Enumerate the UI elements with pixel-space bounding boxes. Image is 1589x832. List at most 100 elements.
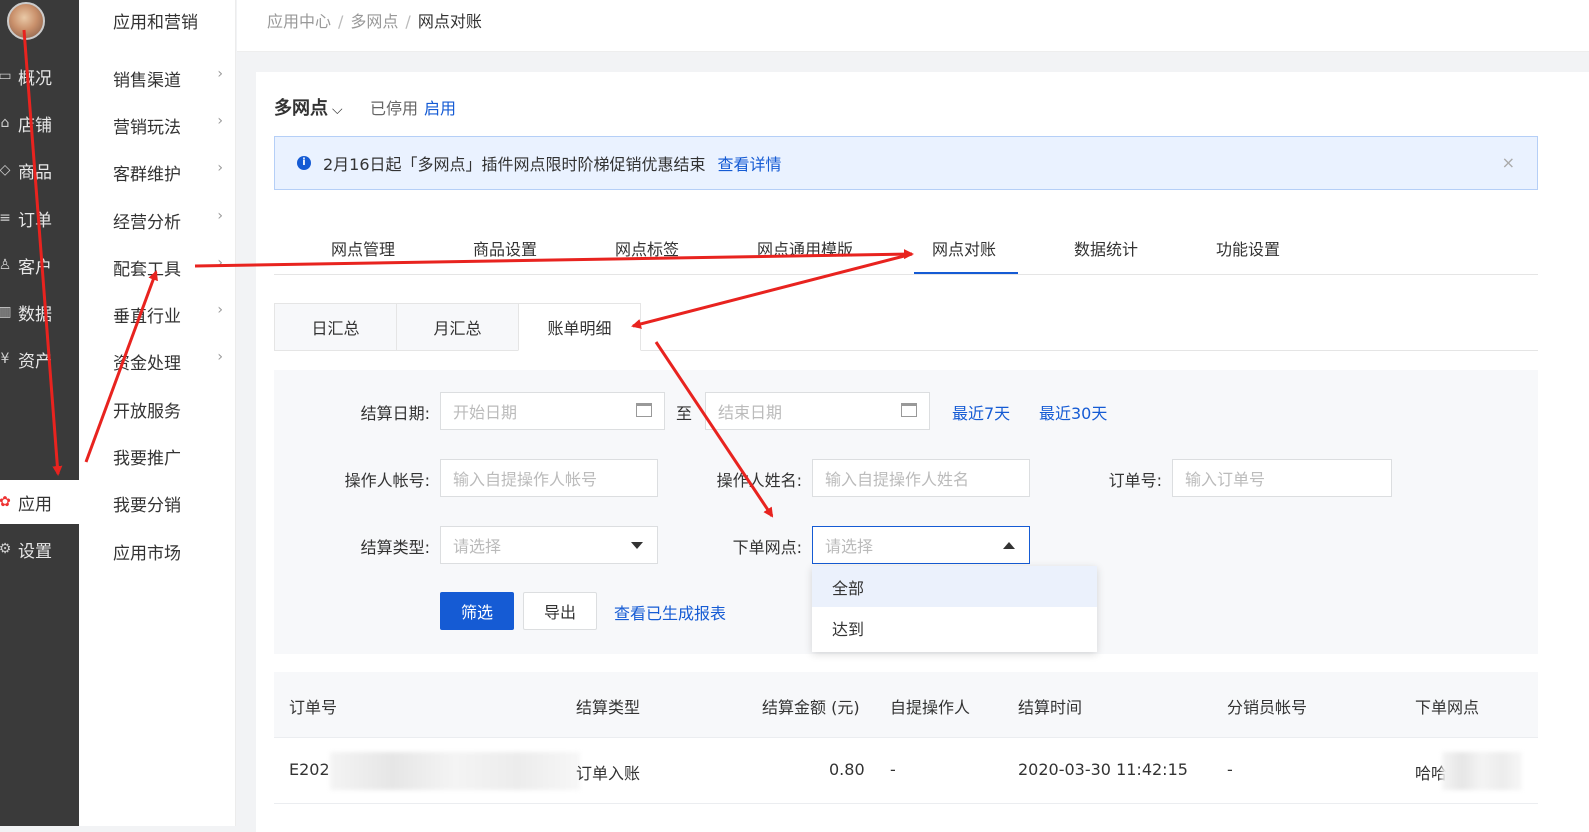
user-icon: ♙ [0,257,12,273]
filter-button[interactable]: 筛选 [440,592,514,630]
order-no-input[interactable]: 输入订单号 [1172,459,1392,497]
rail-item-customers[interactable]: ♙ 客户 [0,243,79,287]
end-date-input[interactable]: 结束日期 [705,392,930,430]
operator-name-input[interactable]: 输入自提操作人姓名 [812,459,1030,497]
monitor-icon: ▭ [0,68,12,84]
rail-item-apps[interactable]: ✿ 应用 [0,480,79,524]
tab-reconciliation[interactable]: 网点对账 [932,236,996,260]
chevron-right-icon: › [217,349,223,365]
col-settle-type: 结算类型 [576,698,641,717]
chart-icon: ▥ [0,304,12,320]
breadcrumb-app-center[interactable]: 应用中心 [267,12,331,31]
tag-icon: ◇ [0,162,11,178]
calendar-icon [901,403,917,417]
info-icon: i [297,156,311,170]
operator-account-input[interactable]: 输入自提操作人帐号 [440,459,658,497]
store-icon: ⌂ [0,115,10,131]
start-date-input[interactable]: 开始日期 [440,392,665,430]
breadcrumb-current: 网点对账 [417,12,482,31]
store-dropdown-menu: 全部 达到 [812,566,1097,652]
col-settle-time: 结算时间 [1018,698,1083,717]
submenu-item-open-service[interactable]: 开放服务 [113,397,223,422]
operator-account-label: 操作人帐号: [344,471,430,490]
subtab-daily[interactable]: 日汇总 [274,303,397,351]
export-button[interactable]: 导出 [523,592,597,630]
rail-item-overview[interactable]: ▭ 概况 [0,54,79,98]
submenu-item-marketing[interactable]: 营销玩法 › [113,113,223,138]
cell-amount: 0.80 [829,760,865,779]
submenu-item-promote[interactable]: 我要推广 [113,444,223,469]
cell-operator: - [890,760,896,779]
chevron-right-icon: › [217,160,223,176]
rail-item-assets[interactable]: ¥ 资产 [0,337,79,381]
rail-item-store[interactable]: ⌂ 店铺 [0,101,79,145]
submenu-item-distribute[interactable]: 我要分销 [113,491,223,516]
submenu-item-funds[interactable]: 资金处理 › [113,349,223,374]
submenu-item-analytics[interactable]: 经营分析 › [113,208,223,233]
submenu-item-tools[interactable]: 配套工具 › [113,255,223,280]
rail-item-settings[interactable]: ⚙ 设置 [0,527,79,571]
subtab-monthly[interactable]: 月汇总 [396,303,519,351]
submenu-item-app-market[interactable]: 应用市场 [113,539,223,564]
submenu-title: 应用和营销 [113,13,198,33]
col-store: 下单网点 [1415,698,1480,717]
chevron-right-icon: › [217,302,223,318]
sub-tabs: 日汇总 月汇总 账单明细 [274,303,1538,351]
chevron-right-icon: › [217,113,223,129]
enable-link[interactable]: 启用 [424,99,456,118]
rail-item-orders[interactable]: ≡ 订单 [0,196,79,240]
dropdown-option-all[interactable]: 全部 [812,566,1097,607]
promo-notice: i 2月16日起「多网点」插件网点限时阶梯促销优惠结束 查看详情 × [274,136,1538,190]
primary-nav-rail: ▭ 概况 ⌂ 店铺 ◇ 商品 ≡ 订单 ♙ 客户 ▥ 数据 ¥ 资产 ✿ 应用 ⚙ 设置 [0,0,79,826]
redaction-blur [330,752,580,790]
last-7-days-link[interactable]: 最近7天 [952,400,1010,424]
dropdown-option-dadao[interactable]: 达到 [812,607,1097,648]
caret-up-icon [1003,542,1015,549]
chevron-right-icon: › [217,208,223,224]
cell-settle-type: 订单入账 [576,764,641,783]
tab-statistics[interactable]: 数据统计 [1074,236,1138,260]
submenu-item-customer-care[interactable]: 客群维护 › [113,160,223,185]
tab-common-template[interactable]: 网点通用模版 [757,236,853,260]
settle-type-select[interactable]: 请选择 [440,526,658,564]
date-range-to: 至 [676,404,693,423]
breadcrumb-multi-store[interactable]: 多网点 [350,12,398,31]
close-icon[interactable]: × [1502,153,1515,172]
col-operator: 自提操作人 [890,698,971,717]
subtab-bill-detail[interactable]: 账单明细 [518,303,641,351]
tab-goods-settings[interactable]: 商品设置 [473,236,537,260]
chevron-right-icon: › [217,255,223,271]
breadcrumb: 应用中心 / 多网点 / 网点对账 [267,12,482,31]
caret-down-icon [631,542,643,549]
order-no-label: 订单号: [1108,471,1162,490]
table-row[interactable]: E202 订单入账 0.80 - 2020-03-30 11:42:15 - 哈… [274,738,1538,804]
notice-details-link[interactable]: 查看详情 [718,151,782,175]
cell-distributor: - [1227,760,1233,779]
cell-order-no: E202 [289,760,330,779]
view-reports-link[interactable]: 查看已生成报表 [614,600,726,624]
main-card: 多网点 ⌵ 已停用 启用 i 2月16日起「多网点」插件网点限时阶梯促销优惠结束 查… [256,72,1589,832]
avatar[interactable] [7,2,45,40]
last-30-days-link[interactable]: 最近30天 [1039,400,1107,424]
table-header: 订单号 结算类型 结算金额 (元) 自提操作人 结算时间 分销员帐号 下单网点 [274,672,1538,738]
chevron-down-icon: ⌵ [332,102,343,118]
top-bar: 应用中心 / 多网点 / 网点对账 [237,0,1589,52]
col-amount: 结算金额 (元) [762,698,860,717]
gear-icon: ⚙ [0,541,12,557]
apps-icon: ✿ [0,494,11,510]
main-tabs: 网点管理 商品设置 网点标签 网点通用模版 网点对账 数据统计 功能设置 [274,230,1538,275]
col-order-no: 订单号 [289,698,338,717]
tab-store-management[interactable]: 网点管理 [331,236,395,260]
rail-item-goods[interactable]: ◇ 商品 [0,148,79,192]
submenu-item-sales-channel[interactable]: 销售渠道 › [113,66,223,91]
plugin-status: 已停用 启用 [370,99,457,118]
order-store-select[interactable]: 请选择 [812,526,1030,564]
rail-item-data[interactable]: ▥ 数据 [0,290,79,334]
submenu-item-vertical[interactable]: 垂直行业 › [113,302,223,327]
tab-store-tags[interactable]: 网点标签 [615,236,679,260]
notice-text: 2月16日起「多网点」插件网点限时阶梯促销优惠结束 [323,155,706,174]
cell-settle-time: 2020-03-30 11:42:15 [1018,760,1188,779]
page-title[interactable]: 多网点 ⌵ [274,94,343,120]
list-icon: ≡ [0,210,11,226]
tab-feature-settings[interactable]: 功能设置 [1216,236,1280,260]
